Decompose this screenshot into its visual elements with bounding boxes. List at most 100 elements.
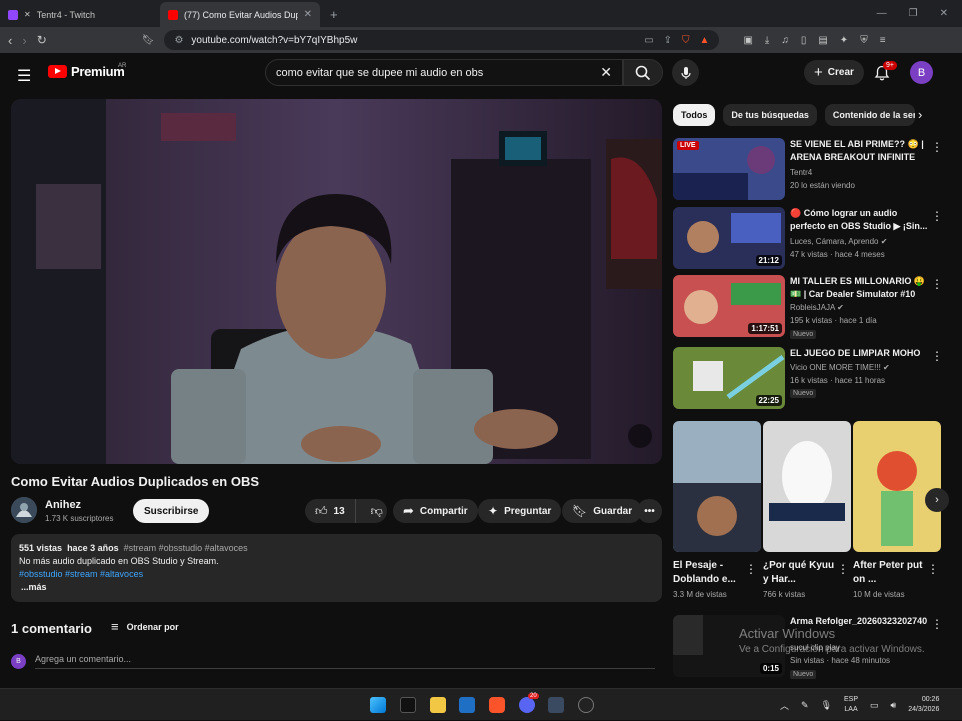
recommendation-channel[interactable]: Luces, Cámara, Aprendo ✔ xyxy=(790,237,887,246)
chevron-right-icon[interactable]: › xyxy=(918,107,922,122)
recommendation-channel[interactable]: Tentr4 xyxy=(790,168,812,177)
capcut-icon[interactable] xyxy=(400,697,416,713)
vpn-icon[interactable]: ⛨ xyxy=(860,35,868,46)
short-thumbnail[interactable] xyxy=(673,421,761,552)
clear-search-icon[interactable]: ✕ xyxy=(600,64,612,81)
network-icon[interactable]: ▭ xyxy=(870,700,879,711)
add-comment-input[interactable]: Agrega un comentario... xyxy=(35,654,655,669)
show-more-button[interactable]: ...más xyxy=(19,581,654,594)
brave-shields-icon[interactable]: ⛉ xyxy=(682,35,690,46)
channel-avatar[interactable] xyxy=(11,497,37,523)
share-icon[interactable]: ⇪ xyxy=(664,35,672,46)
more-vertical-icon[interactable]: ⋮ xyxy=(931,617,943,631)
steam-icon[interactable] xyxy=(548,697,564,713)
recommendation-item[interactable]: 22:25 EL JUEGO DE LIMPIAR MOHO Vicio ONE… xyxy=(673,347,962,409)
file-explorer-icon[interactable] xyxy=(430,697,446,713)
site-info-icon[interactable]: ⚙ xyxy=(174,35,183,46)
player-settings-icon[interactable] xyxy=(628,424,652,448)
mic-tray-icon[interactable]: 🎙︎ xyxy=(821,700,832,711)
bookmark-icon[interactable]: 🔖︎ xyxy=(142,35,155,46)
clock-time: 00:26 xyxy=(921,696,940,703)
maximize-icon[interactable]: ❐ xyxy=(909,8,918,19)
wallet-icon[interactable]: ▣ xyxy=(743,35,752,46)
recommendation-item[interactable]: 21:12 🔴 Cómo lograr un audio perfecto en… xyxy=(673,207,962,269)
video-player[interactable] xyxy=(11,99,662,464)
account-avatar[interactable]: B xyxy=(910,61,933,84)
store-icon[interactable] xyxy=(459,697,475,713)
video-thumbnail[interactable]: LIVE xyxy=(673,138,785,200)
sort-comments-button[interactable]: ≡ Ordenar por xyxy=(111,619,179,634)
video-thumbnail[interactable]: 22:25 xyxy=(673,347,785,409)
save-button[interactable]: 🔖︎ Guardar xyxy=(562,499,643,523)
mute-icon[interactable]: ✕ xyxy=(24,10,31,20)
recommendation-channel[interactable]: RobleisJAJA ✔ xyxy=(790,303,844,312)
chip-all[interactable]: Todos xyxy=(673,104,716,126)
new-tab-button[interactable]: + xyxy=(320,7,348,27)
language-indicator[interactable]: ESP LAA xyxy=(844,695,858,715)
volume-icon[interactable]: 🔊︎ xyxy=(891,700,897,711)
download-icon[interactable]: ⤓ xyxy=(765,35,769,46)
recommendation-item[interactable]: 1:17:51 MI TALLER ES MILLONARIO 🤑 💵 | Ca… xyxy=(673,275,962,339)
like-button[interactable]: 👍︎ 13 xyxy=(305,499,356,523)
clock[interactable]: 00:26 24/3/2026 xyxy=(908,695,939,715)
cast-icon[interactable]: ▭ xyxy=(644,35,653,46)
close-window-icon[interactable]: ✕ xyxy=(940,8,948,19)
video-description[interactable]: 551 vistas hace 3 años #stream #obsstudi… xyxy=(11,534,662,602)
voice-search-button[interactable] xyxy=(672,59,699,86)
subscribe-button[interactable]: Suscribirse xyxy=(133,499,210,523)
pen-icon[interactable]: ✎ xyxy=(801,700,809,711)
extensions-icon[interactable]: ✦ xyxy=(840,35,848,46)
more-vertical-icon[interactable]: ⋮ xyxy=(927,562,939,576)
more-vertical-icon[interactable]: ⋮ xyxy=(931,209,943,223)
discord-icon[interactable] xyxy=(519,697,535,713)
more-actions-button[interactable]: ••• xyxy=(637,499,662,523)
more-vertical-icon[interactable]: ⋮ xyxy=(931,140,943,154)
start-menu-icon[interactable] xyxy=(370,697,386,713)
minimize-icon[interactable]: — xyxy=(877,8,887,19)
more-vertical-icon[interactable]: ⋮ xyxy=(931,349,943,363)
recommendation-channel[interactable]: Vicio ONE MORE TIME!!! ✔ xyxy=(790,363,890,372)
more-vertical-icon[interactable]: ⋮ xyxy=(931,277,943,291)
more-vertical-icon[interactable]: ⋮ xyxy=(837,562,849,576)
hamburger-menu-icon[interactable]: ☰ xyxy=(17,66,31,86)
sidebar-icon[interactable]: ▯ xyxy=(801,35,807,46)
back-icon[interactable]: ‹ xyxy=(8,33,12,48)
description-hashtags[interactable]: #stream #obsstudio #altavoces xyxy=(124,543,248,553)
short-title[interactable]: ¿Por qué Kyuu y Har... xyxy=(763,559,839,587)
description-links[interactable]: #obsstudio #stream #altavoces xyxy=(19,568,654,581)
recommendation-item[interactable]: LIVE SE VIENE EL ABI PRIME?? 😳 | ARENA B… xyxy=(673,138,962,200)
shorts-next-button[interactable]: › xyxy=(925,488,949,512)
reload-icon[interactable]: ↻ xyxy=(37,33,47,47)
share-button[interactable]: ➦ Compartir xyxy=(393,499,478,523)
video-thumbnail[interactable]: 21:12 xyxy=(673,207,785,269)
short-thumbnail[interactable] xyxy=(763,421,851,552)
menu-icon[interactable]: ≡ xyxy=(880,35,886,46)
music-icon[interactable]: ♫ xyxy=(781,35,789,46)
chip-series[interactable]: Contenido de la ser xyxy=(824,104,915,126)
search-button[interactable] xyxy=(623,59,663,86)
forward-icon[interactable]: › xyxy=(22,33,26,48)
tray-overflow-icon[interactable]: ︿ xyxy=(780,699,789,712)
search-input[interactable]: como evitar que se dupee mi audio en obs… xyxy=(265,59,623,86)
dislike-button[interactable]: 👎︎ xyxy=(362,499,392,523)
youtube-logo[interactable]: Premium xyxy=(48,64,125,79)
watermark-title: Activar Windows xyxy=(739,626,836,641)
more-vertical-icon[interactable]: ⋮ xyxy=(745,562,757,576)
video-thumbnail[interactable]: 1:17:51 xyxy=(673,275,785,337)
obs-icon[interactable] xyxy=(578,697,594,713)
browser-tab-twitch[interactable]: ✕ Tentr4 - Twitch xyxy=(0,2,160,27)
short-thumbnail[interactable] xyxy=(853,421,941,552)
brave-browser-icon[interactable] xyxy=(489,697,505,713)
brave-rewards-icon[interactable]: ▲ xyxy=(700,35,710,46)
ask-button[interactable]: ✦ Preguntar xyxy=(478,499,562,523)
close-tab-icon[interactable]: ✕ xyxy=(304,9,312,20)
short-title[interactable]: El Pesaje - Doblando e... xyxy=(673,559,749,587)
url-field[interactable]: ⚙ youtube.com/watch?v=bY7qIYBhp5w ▭ ⇪ ⛉ … xyxy=(164,30,720,50)
create-button[interactable]: + Crear xyxy=(804,60,864,85)
browser-tab-youtube[interactable]: (77) Como Evitar Audios Duplica... ✕ xyxy=(160,2,320,27)
chip-from-searches[interactable]: De tus búsquedas xyxy=(723,104,817,126)
short-image xyxy=(763,421,851,552)
reading-list-icon[interactable]: ▤ xyxy=(818,35,827,46)
short-title[interactable]: After Peter put on ... xyxy=(853,559,929,587)
channel-name[interactable]: Anihez xyxy=(45,499,81,511)
